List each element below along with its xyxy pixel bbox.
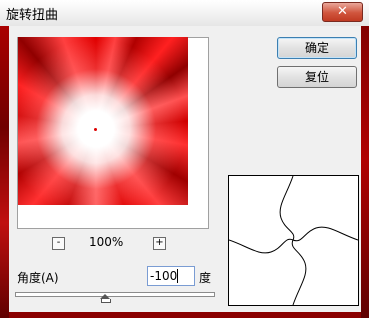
background-edge-right [361, 0, 369, 318]
dialog-title: 旋转扭曲 [6, 8, 59, 23]
twirl-curve-left [228, 238, 294, 254]
angle-input[interactable] [147, 266, 195, 286]
twirl-curves [228, 175, 359, 306]
zoom-in-button[interactable]: + [153, 237, 166, 250]
ok-button[interactable]: 确定 [277, 37, 357, 59]
zoom-level: 100% [89, 235, 124, 249]
twirl-curve-top [279, 175, 295, 241]
twirl-shape-preview [228, 175, 359, 306]
angle-slider[interactable] [15, 292, 215, 297]
preview-image[interactable] [18, 37, 188, 205]
title-bar[interactable]: 旋转扭曲 ✕ [0, 0, 369, 26]
reset-button[interactable]: 复位 [277, 66, 357, 88]
dialog-body: - 100% + 确定 复位 角度(A) 度 [9, 26, 361, 312]
background-edge-left [0, 0, 9, 318]
text-caret [177, 269, 178, 283]
twirl-curve-right [292, 226, 359, 242]
close-button[interactable]: ✕ [322, 2, 363, 22]
zoom-out-icon: - [56, 237, 61, 248]
zoom-out-button[interactable]: - [52, 237, 65, 250]
zoom-in-icon: + [155, 237, 164, 248]
twirl-center-marker [94, 128, 97, 131]
angle-unit: 度 [199, 271, 212, 285]
angle-label: 角度(A) [17, 271, 59, 285]
twirl-curve-bottom [291, 239, 307, 306]
close-icon: ✕ [337, 4, 348, 19]
